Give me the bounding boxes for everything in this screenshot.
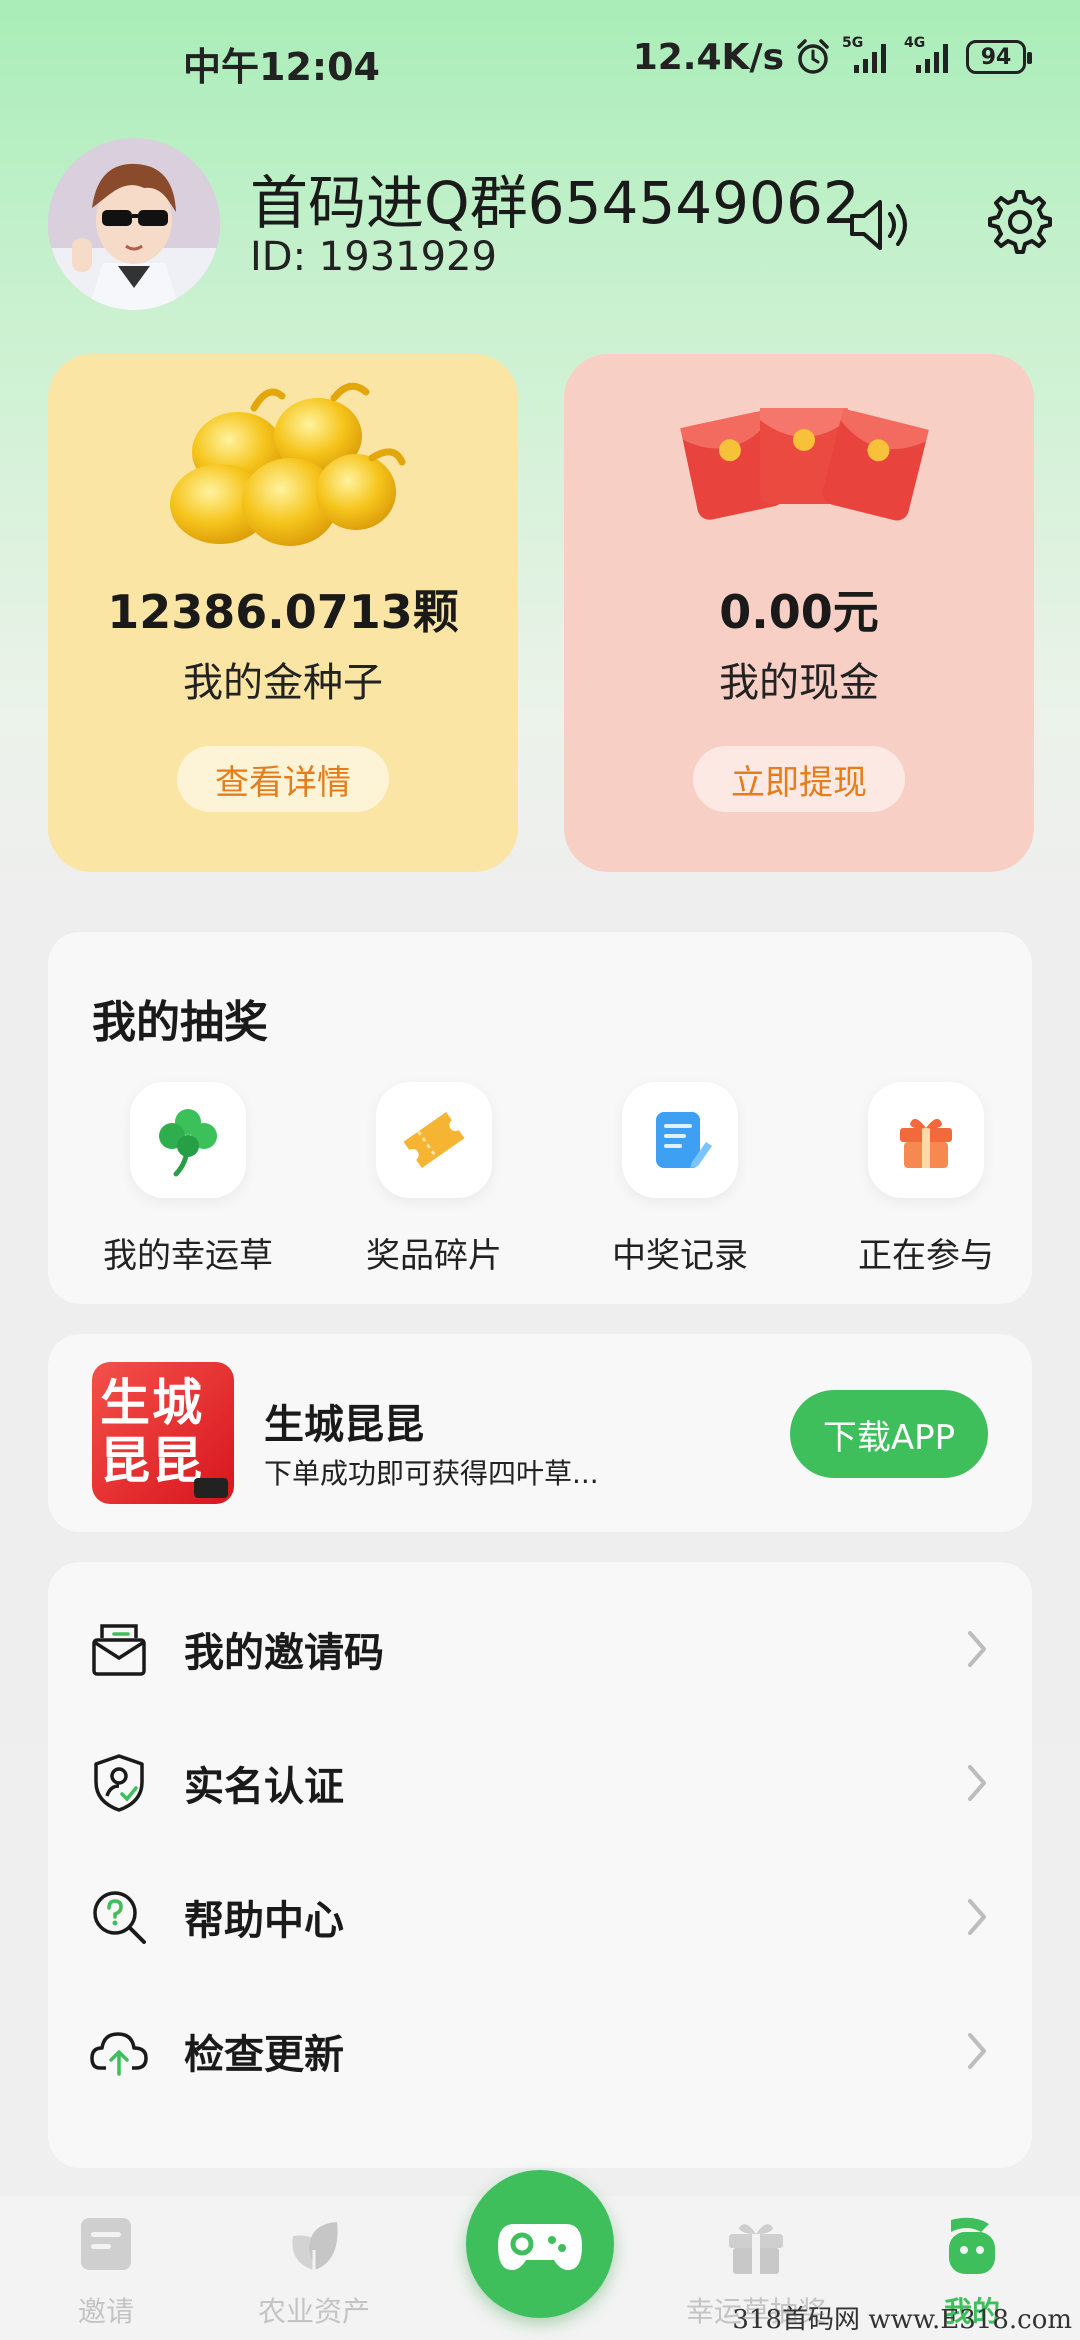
chevron-right-icon: [968, 1631, 986, 1667]
nickname: 首码进Q群654549062: [250, 169, 860, 237]
app-logo-text: 生城昆昆: [100, 1374, 204, 1490]
download-app-button[interactable]: 下载APP: [790, 1390, 988, 1478]
nav-invite[interactable]: 邀请: [16, 2210, 196, 2330]
battery-level: 94: [980, 44, 1012, 70]
document-icon: [622, 1082, 738, 1198]
network-speed: 12.4K/s: [632, 36, 784, 78]
nav-label: 邀请: [77, 2295, 134, 2328]
menu-item-label: 我的邀请码: [184, 1630, 384, 1676]
gamepad-icon: [498, 2224, 582, 2270]
cloud-upload-icon: [90, 2032, 148, 2076]
lottery-item-label: 正在参与: [858, 1236, 994, 1276]
chevron-right-icon: [968, 1765, 986, 1801]
ticket-icon: [376, 1082, 492, 1198]
clover-icon: [130, 1082, 246, 1198]
network-type-2: 4G: [904, 35, 926, 51]
view-details-button[interactable]: 查看详情: [177, 746, 389, 812]
app-name: 生城昆昆: [264, 1402, 424, 1448]
settings-menu: 我的邀请码 实名认证 帮助中心 检查更新: [48, 1562, 1032, 2168]
winning-records-item[interactable]: 中奖记录: [570, 1082, 790, 1277]
status-time: 中午12:04: [183, 45, 380, 89]
menu-item-check-update[interactable]: 检查更新: [48, 1984, 1032, 2118]
section-title: 我的抽奖: [92, 997, 268, 1048]
cash-card[interactable]: 0.00元 我的现金 立即提现: [564, 354, 1034, 872]
promo-banner[interactable]: 生城昆昆 生城昆昆 下单成功即可获得四叶草... 下载APP: [48, 1334, 1032, 1532]
gold-seed-card[interactable]: 12386.0713颗 我的金种子 查看详情: [48, 354, 518, 872]
prize-fragments-item[interactable]: 奖品碎片: [324, 1082, 544, 1277]
invite-envelope-icon: [92, 1624, 146, 1676]
gift-box-icon: [868, 1082, 984, 1198]
nav-label: 农业资产: [257, 2295, 370, 2328]
cash-value: 0.00元: [719, 585, 879, 639]
menu-item-invite-code[interactable]: 我的邀请码: [48, 1582, 1032, 1716]
app-description: 下单成功即可获得四叶草...: [264, 1457, 599, 1490]
menu-item-real-name[interactable]: 实名认证: [48, 1716, 1032, 1850]
gear-icon[interactable]: [982, 186, 1052, 256]
alarm-icon: [797, 39, 829, 74]
menu-item-label: 帮助中心: [184, 1898, 344, 1944]
avatar[interactable]: [48, 138, 220, 310]
menu-item-label: 实名认证: [184, 1764, 344, 1810]
watermark: 318首码网 www.E318.com: [732, 2305, 1072, 2335]
gold-seed-label: 我的金种子: [183, 660, 383, 706]
gift-icon: [729, 2224, 783, 2274]
app-logo: 生城昆昆: [92, 1362, 234, 1504]
speaker-icon[interactable]: [844, 190, 914, 260]
signal-4g-icon: 4G: [904, 35, 956, 75]
help-search-icon: [93, 1891, 146, 1944]
lottery-item-label: 我的幸运草: [103, 1236, 273, 1276]
withdraw-button[interactable]: 立即提现: [693, 746, 905, 812]
profile-face-icon: [949, 2217, 995, 2274]
game-center-button[interactable]: [466, 2170, 614, 2318]
red-envelopes-icon: [680, 408, 929, 521]
lottery-item-label: 奖品碎片: [366, 1236, 502, 1276]
network-type-1: 5G: [842, 35, 864, 51]
leaf-icon: [292, 2222, 338, 2272]
gold-seed-value: 12386.0713颗: [107, 585, 459, 639]
participating-item[interactable]: 正在参与: [816, 1082, 1036, 1277]
lottery-item-label: 中奖记录: [612, 1236, 748, 1276]
battery-icon: 94: [966, 40, 1032, 74]
user-id: ID: 1931929: [250, 234, 497, 280]
menu-item-label: 检查更新: [184, 2032, 344, 2078]
cash-label: 我的现金: [719, 660, 879, 706]
invite-chat-icon: [81, 2218, 131, 2270]
chevron-right-icon: [968, 1899, 986, 1935]
nav-agri-assets[interactable]: 农业资产: [224, 2210, 404, 2330]
lucky-clover-item[interactable]: 我的幸运草: [78, 1082, 298, 1277]
shield-user-icon: [94, 1754, 144, 1812]
signal-5g-icon: 5G: [842, 35, 894, 75]
menu-item-help-center[interactable]: 帮助中心: [48, 1850, 1032, 1984]
gold-seeds-icon: [170, 382, 406, 546]
my-lottery-panel: 我的抽奖 我的幸运草 奖品碎片 中奖记录 正在参与: [48, 932, 1032, 1304]
status-indicators: 12.4K/s 5G 4G 94: [632, 34, 1032, 80]
chevron-right-icon: [968, 2033, 986, 2069]
